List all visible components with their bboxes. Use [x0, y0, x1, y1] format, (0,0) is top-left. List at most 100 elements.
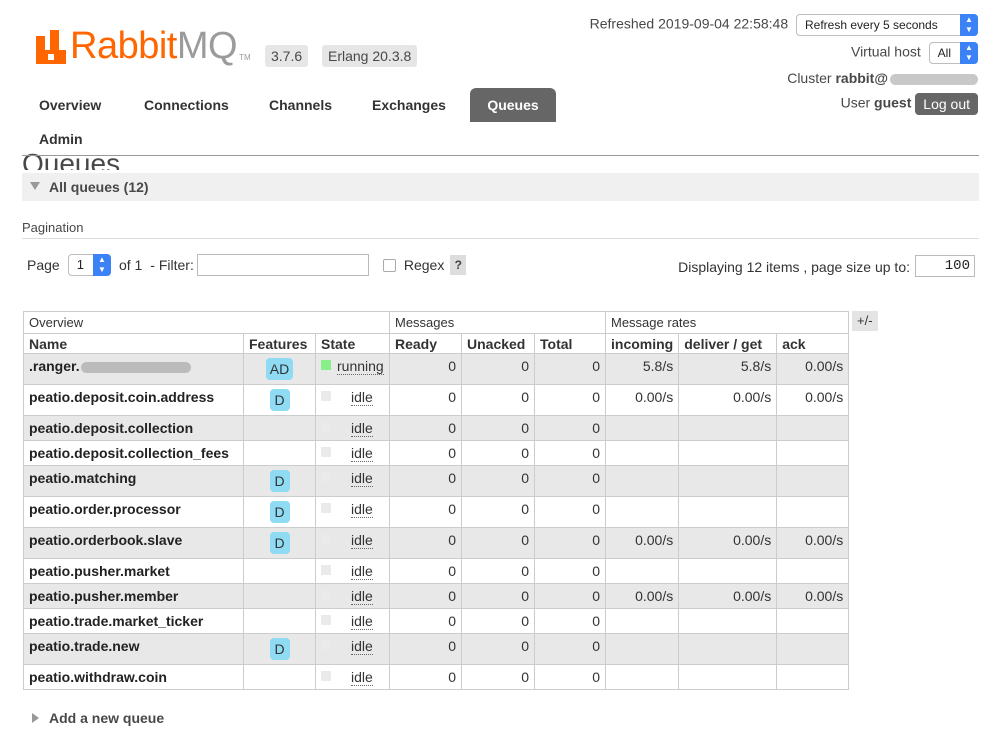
- queue-name-cell[interactable]: peatio.order.processor: [23, 496, 244, 528]
- queue-name-cell[interactable]: .ranger.: [23, 353, 244, 385]
- tab-connections[interactable]: Connections: [127, 88, 246, 122]
- col-total[interactable]: Total: [534, 333, 606, 354]
- refresh-interval-select[interactable]: Refresh every 5 seconds ▲ ▼: [796, 14, 978, 36]
- columns-toggle-button[interactable]: +/-: [852, 311, 878, 331]
- state-cell: idle: [315, 496, 390, 528]
- queue-name-link[interactable]: peatio.trade.market_ticker: [29, 613, 203, 629]
- incoming-cell: [604, 633, 680, 665]
- unacked-cell: 0: [461, 384, 535, 416]
- state-indicator-icon: [321, 472, 331, 482]
- ack-cell: [776, 465, 850, 497]
- queue-name-cell[interactable]: peatio.pusher.member: [23, 583, 244, 609]
- queue-rows: .ranger. AD running 0 0 0 5.8/s 5.8/s 0.00/s peat…: [23, 353, 850, 690]
- queue-name-cell[interactable]: peatio.orderbook.slave: [23, 527, 244, 559]
- queue-name-link[interactable]: peatio.order.processor: [29, 501, 181, 517]
- cluster-row: Cluster rabbit@: [787, 70, 978, 86]
- col-deliver-get[interactable]: deliver / get: [678, 333, 778, 354]
- state-indicator-icon: [321, 422, 331, 432]
- queue-name-link[interactable]: peatio.trade.new: [29, 638, 139, 654]
- regex-checkbox[interactable]: [382, 258, 396, 272]
- regex-help-button[interactable]: ?: [450, 255, 467, 275]
- state-cell: idle: [315, 558, 390, 584]
- col-ready[interactable]: Ready: [389, 333, 462, 354]
- queue-name-cell[interactable]: peatio.matching: [23, 465, 244, 497]
- all-queues-section-toggle[interactable]: All queues (12): [22, 173, 979, 201]
- queue-name-cell[interactable]: peatio.deposit.coin.address: [23, 384, 244, 416]
- col-unacked[interactable]: Unacked: [461, 333, 535, 354]
- deliver-cell: [678, 440, 778, 466]
- col-name[interactable]: Name: [23, 333, 244, 354]
- state-cell: idle: [315, 415, 390, 441]
- ready-cell: 0: [389, 384, 462, 416]
- table-row: peatio.trade.market_ticker idle 0 0 0: [23, 608, 850, 634]
- tab-overview[interactable]: Overview: [22, 88, 118, 122]
- select-arrows-icon: ▲ ▼: [92, 254, 111, 276]
- group-overview: Overview: [23, 311, 390, 334]
- incoming-cell: [604, 608, 680, 634]
- queue-name-cell[interactable]: peatio.deposit.collection_fees: [23, 440, 244, 466]
- filter-input[interactable]: [196, 254, 369, 276]
- queue-name-cell[interactable]: peatio.trade.market_ticker: [23, 608, 244, 634]
- queue-name-link[interactable]: peatio.matching: [29, 470, 136, 486]
- state-text: idle: [351, 532, 373, 549]
- unacked-cell: 0: [461, 608, 535, 634]
- col-incoming[interactable]: incoming: [604, 333, 680, 354]
- page-select-value: 1: [76, 257, 84, 272]
- state-indicator-icon: [321, 565, 331, 575]
- collapse-triangle-icon: [30, 182, 40, 190]
- deliver-cell: 0.00/s: [678, 384, 778, 416]
- tab-queues[interactable]: Queues: [470, 88, 556, 122]
- deliver-cell: 0.00/s: [678, 583, 778, 609]
- redacted-mark: [80, 361, 191, 373]
- display-info: Displaying 12 items , page size up to:: [678, 259, 910, 275]
- queue-name-link[interactable]: peatio.pusher.member: [29, 588, 178, 604]
- state-indicator-icon: [321, 671, 331, 681]
- rabbitmq-logo: RabbitMQ TM: [36, 24, 251, 67]
- deliver-cell: [678, 608, 778, 634]
- feature-badge: D: [269, 501, 290, 523]
- queue-name-link[interactable]: .ranger.: [29, 358, 80, 374]
- table-row: peatio.deposit.collection_fees idle 0 0 0: [23, 440, 850, 466]
- state-indicator-icon: [321, 391, 331, 401]
- ready-cell: 0: [389, 440, 462, 466]
- queue-name-cell[interactable]: peatio.withdraw.coin: [23, 664, 244, 690]
- queue-name-link[interactable]: peatio.deposit.coin.address: [29, 389, 214, 405]
- state-cell: idle: [315, 440, 390, 466]
- redacted-mark: [890, 73, 978, 85]
- queue-name-link[interactable]: peatio.deposit.collection: [29, 420, 193, 436]
- incoming-cell: [604, 558, 680, 584]
- feature-badge: D: [269, 532, 290, 554]
- add-queue-label: Add a new queue: [49, 710, 165, 726]
- tab-exchanges[interactable]: Exchanges: [355, 88, 463, 122]
- incoming-cell: 0.00/s: [604, 527, 680, 559]
- page-number-select[interactable]: 1 ▲ ▼: [67, 254, 111, 276]
- queue-name-link[interactable]: peatio.deposit.collection_fees: [29, 445, 229, 461]
- vhost-select[interactable]: All ▲ ▼: [928, 42, 978, 64]
- state-text: idle: [351, 669, 373, 686]
- feature-badge: D: [269, 389, 290, 411]
- queue-name-link[interactable]: peatio.pusher.market: [29, 563, 170, 579]
- state-text: idle: [351, 501, 373, 518]
- features-cell: [243, 583, 316, 609]
- tab-channels[interactable]: Channels: [252, 88, 349, 122]
- vhost-select-value: All: [937, 46, 951, 60]
- total-cell: 0: [534, 583, 606, 609]
- page-size-input[interactable]: [915, 255, 975, 277]
- total-cell: 0: [534, 527, 606, 559]
- col-ack[interactable]: ack: [776, 333, 850, 354]
- add-queue-section-toggle[interactable]: Add a new queue: [32, 710, 164, 726]
- state-text: idle: [351, 588, 373, 605]
- ready-cell: 0: [389, 633, 462, 665]
- col-state[interactable]: State: [315, 333, 390, 354]
- queue-name-cell[interactable]: peatio.trade.new: [23, 633, 244, 665]
- queue-name-link[interactable]: peatio.withdraw.coin: [29, 669, 167, 685]
- col-features[interactable]: Features: [243, 333, 316, 354]
- queue-name-cell[interactable]: peatio.pusher.market: [23, 558, 244, 584]
- queue-name-cell[interactable]: peatio.deposit.collection: [23, 415, 244, 441]
- logout-button[interactable]: Log out: [915, 93, 978, 115]
- group-messages: Messages: [389, 311, 606, 334]
- queue-name-link[interactable]: peatio.orderbook.slave: [29, 532, 182, 548]
- feature-badge: D: [269, 638, 290, 660]
- total-cell: 0: [534, 415, 606, 441]
- logo-text: RabbitMQ: [70, 25, 238, 67]
